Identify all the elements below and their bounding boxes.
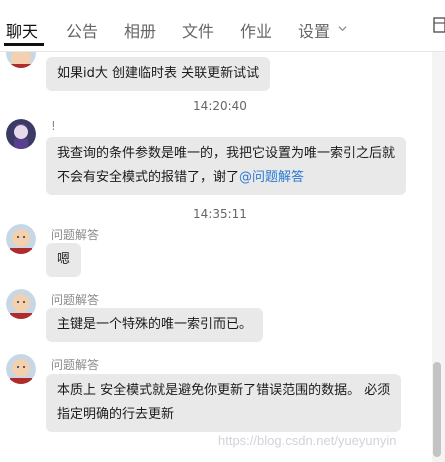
- message-bubble[interactable]: 如果id大 创建临时表 关联更新试试: [46, 57, 271, 91]
- message-bubble[interactable]: 我查询的条件参数是唯一的，我把它设置为唯一索引之后就 不会有安全模式的报错了，谢…: [46, 137, 407, 195]
- tab-chat[interactable]: 聊天: [6, 18, 38, 42]
- tab-homework[interactable]: 作业: [240, 18, 272, 42]
- message-text: 指定明确的行去更新: [57, 407, 175, 422]
- watermark: https://blog.csdn.net/yueyunyin: [218, 433, 397, 448]
- chat-message-list[interactable]: 如果id大 创建临时表 关联更新试试 14:20:40 ! 我查询的条件参数是唯…: [0, 52, 445, 462]
- bald-cartoon-avatar-icon: [6, 289, 36, 319]
- message-text: 主键是一个特殊的唯一索引而已。: [57, 317, 253, 332]
- anime-avatar-icon: [6, 119, 36, 149]
- message-text: 本质上 安全模式就是避免你更新了错误范围的数据。 必须: [57, 383, 391, 398]
- avatar[interactable]: [6, 354, 36, 384]
- timestamp: 14:20:40: [193, 99, 247, 113]
- message-text: 我查询的条件参数是唯一的，我把它设置为唯一索引之后就: [57, 146, 396, 161]
- tab-bar: 聊天 公告 相册 文件 作业 设置: [0, 0, 445, 52]
- sender-name: !: [51, 119, 56, 133]
- message-text: 不会有安全模式的报错了，谢了: [57, 170, 240, 185]
- side-panel-icon[interactable]: [430, 14, 445, 36]
- tab-settings[interactable]: 设置: [298, 18, 330, 42]
- avatar[interactable]: [6, 52, 36, 68]
- scrollbar-thumb[interactable]: [433, 362, 441, 457]
- message-text: 如果id大 创建临时表 关联更新试试: [57, 66, 260, 81]
- bald-cartoon-avatar-icon: [6, 224, 36, 254]
- avatar[interactable]: [6, 224, 36, 254]
- timestamp: 14:35:11: [193, 207, 247, 221]
- avatar[interactable]: [6, 119, 36, 149]
- tab-files[interactable]: 文件: [182, 18, 214, 42]
- bald-cartoon-avatar-icon: [6, 52, 36, 68]
- message-bubble[interactable]: 主键是一个特殊的唯一索引而已。: [46, 308, 264, 342]
- message-bubble[interactable]: 嗯: [46, 243, 82, 277]
- tab-announcements[interactable]: 公告: [66, 18, 98, 42]
- chevron-down-icon[interactable]: [338, 24, 347, 33]
- sender-name: 问题解答: [51, 358, 100, 372]
- tab-album[interactable]: 相册: [124, 18, 156, 42]
- bald-cartoon-avatar-icon: [6, 354, 36, 384]
- mention-link[interactable]: @问题解答: [239, 170, 304, 185]
- avatar[interactable]: [6, 289, 36, 319]
- message-bubble[interactable]: 本质上 安全模式就是避免你更新了错误范围的数据。 必须 指定明确的行去更新: [46, 374, 402, 432]
- active-tab-indicator: [4, 43, 44, 46]
- sender-name: 问题解答: [51, 228, 100, 242]
- message-text: 嗯: [57, 252, 71, 267]
- sender-name: 问题解答: [51, 293, 100, 307]
